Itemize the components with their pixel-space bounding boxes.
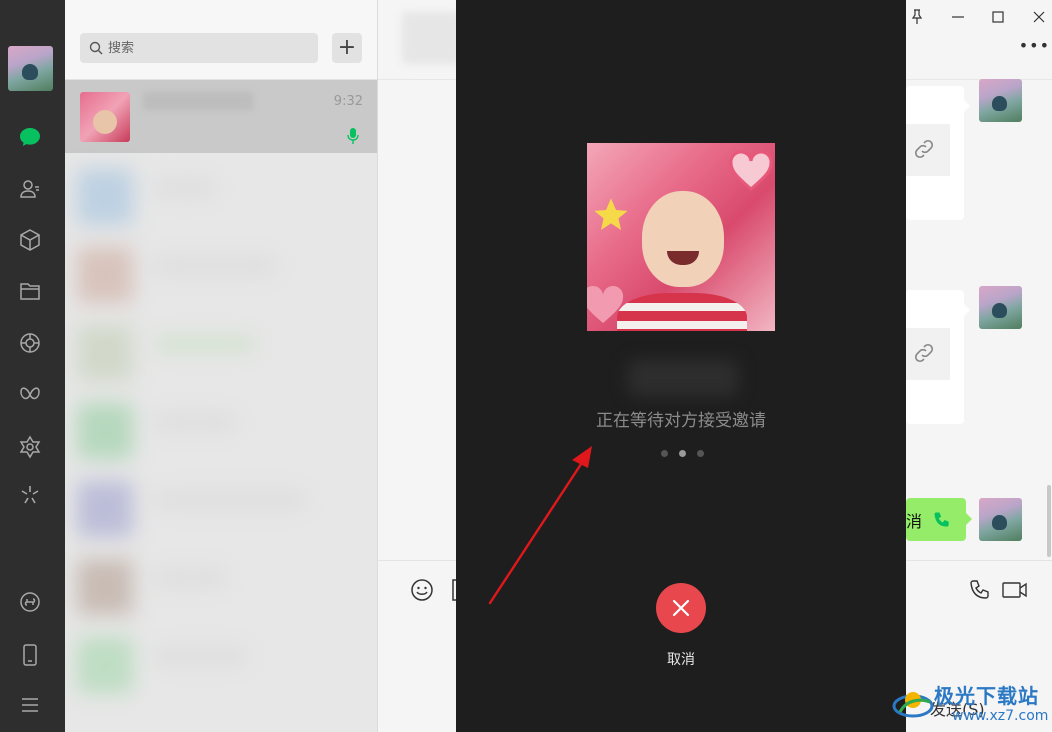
callee-avatar xyxy=(587,143,775,331)
voice-call-icon[interactable] xyxy=(968,578,992,602)
phone-icon[interactable] xyxy=(17,642,43,668)
self-avatar[interactable] xyxy=(979,286,1022,329)
voice-call-window: 正在等待对方接受邀请 取消 xyxy=(456,0,906,732)
message-time: 9:32 xyxy=(333,94,363,109)
phone-call-icon xyxy=(934,512,949,527)
discover-icon[interactable] xyxy=(17,434,43,460)
child-face xyxy=(642,191,724,287)
video-call-icon[interactable] xyxy=(1002,580,1028,600)
watermark: 极光下载站 www.xz7.com xyxy=(890,678,1050,732)
files-icon[interactable] xyxy=(17,278,43,304)
callee-name-blurred xyxy=(628,360,738,396)
close-icon xyxy=(672,599,690,617)
contact-avatar xyxy=(80,92,130,142)
conversation-list: + 9:32 xyxy=(65,0,378,732)
link-icon xyxy=(914,139,934,159)
moments-icon[interactable] xyxy=(17,330,43,356)
search-icon xyxy=(89,41,103,55)
left-rail xyxy=(0,0,65,732)
maximize-icon[interactable] xyxy=(989,8,1007,26)
search-input[interactable] xyxy=(108,33,308,63)
mini-app-icon[interactable] xyxy=(17,589,43,615)
chat-title-blurred xyxy=(402,12,462,64)
watermark-logo-icon xyxy=(892,692,934,718)
cancel-label: 取消 xyxy=(667,652,695,668)
contacts-icon[interactable] xyxy=(17,176,43,202)
heart-sticker xyxy=(729,150,773,191)
search-bar: + xyxy=(65,0,377,80)
add-button[interactable]: + xyxy=(332,33,362,63)
scrollbar[interactable] xyxy=(1047,485,1051,557)
blur-overlay xyxy=(65,153,377,732)
self-avatar[interactable] xyxy=(979,79,1022,122)
loading-dots xyxy=(661,450,704,458)
cancel-call-button[interactable] xyxy=(656,583,706,633)
link-message-card[interactable] xyxy=(906,86,970,220)
call-status-text: 正在等待对方接受邀请 xyxy=(596,411,766,431)
more-options-icon[interactable]: ••• xyxy=(1019,36,1050,55)
self-avatar[interactable] xyxy=(979,498,1022,541)
watermark-url: www.xz7.com xyxy=(952,708,1049,724)
contact-name-blurred xyxy=(143,92,253,110)
list-item[interactable]: 9:32 xyxy=(65,80,377,153)
link-icon xyxy=(914,343,934,363)
bubble-text: 消 xyxy=(906,512,923,531)
chat-icon[interactable] xyxy=(17,124,43,150)
pin-icon[interactable] xyxy=(908,8,926,26)
close-icon[interactable] xyxy=(1030,8,1048,26)
call-record-bubble[interactable]: 消 xyxy=(906,498,972,541)
channels-icon[interactable] xyxy=(17,382,43,408)
star-sticker xyxy=(594,198,628,230)
watermark-title: 极光下载站 xyxy=(934,684,1039,708)
user-avatar[interactable] xyxy=(8,46,53,91)
miniprogram-icon[interactable] xyxy=(17,482,43,508)
minimize-icon[interactable] xyxy=(949,8,967,26)
striped-shirt xyxy=(617,293,747,331)
link-message-card[interactable] xyxy=(906,290,970,424)
microphone-icon xyxy=(347,128,359,144)
search-box[interactable] xyxy=(80,33,318,63)
link-preview xyxy=(906,328,950,380)
link-preview xyxy=(906,124,950,176)
emoji-icon[interactable] xyxy=(410,578,434,602)
menu-icon[interactable] xyxy=(17,692,43,718)
collections-icon[interactable] xyxy=(17,227,43,253)
